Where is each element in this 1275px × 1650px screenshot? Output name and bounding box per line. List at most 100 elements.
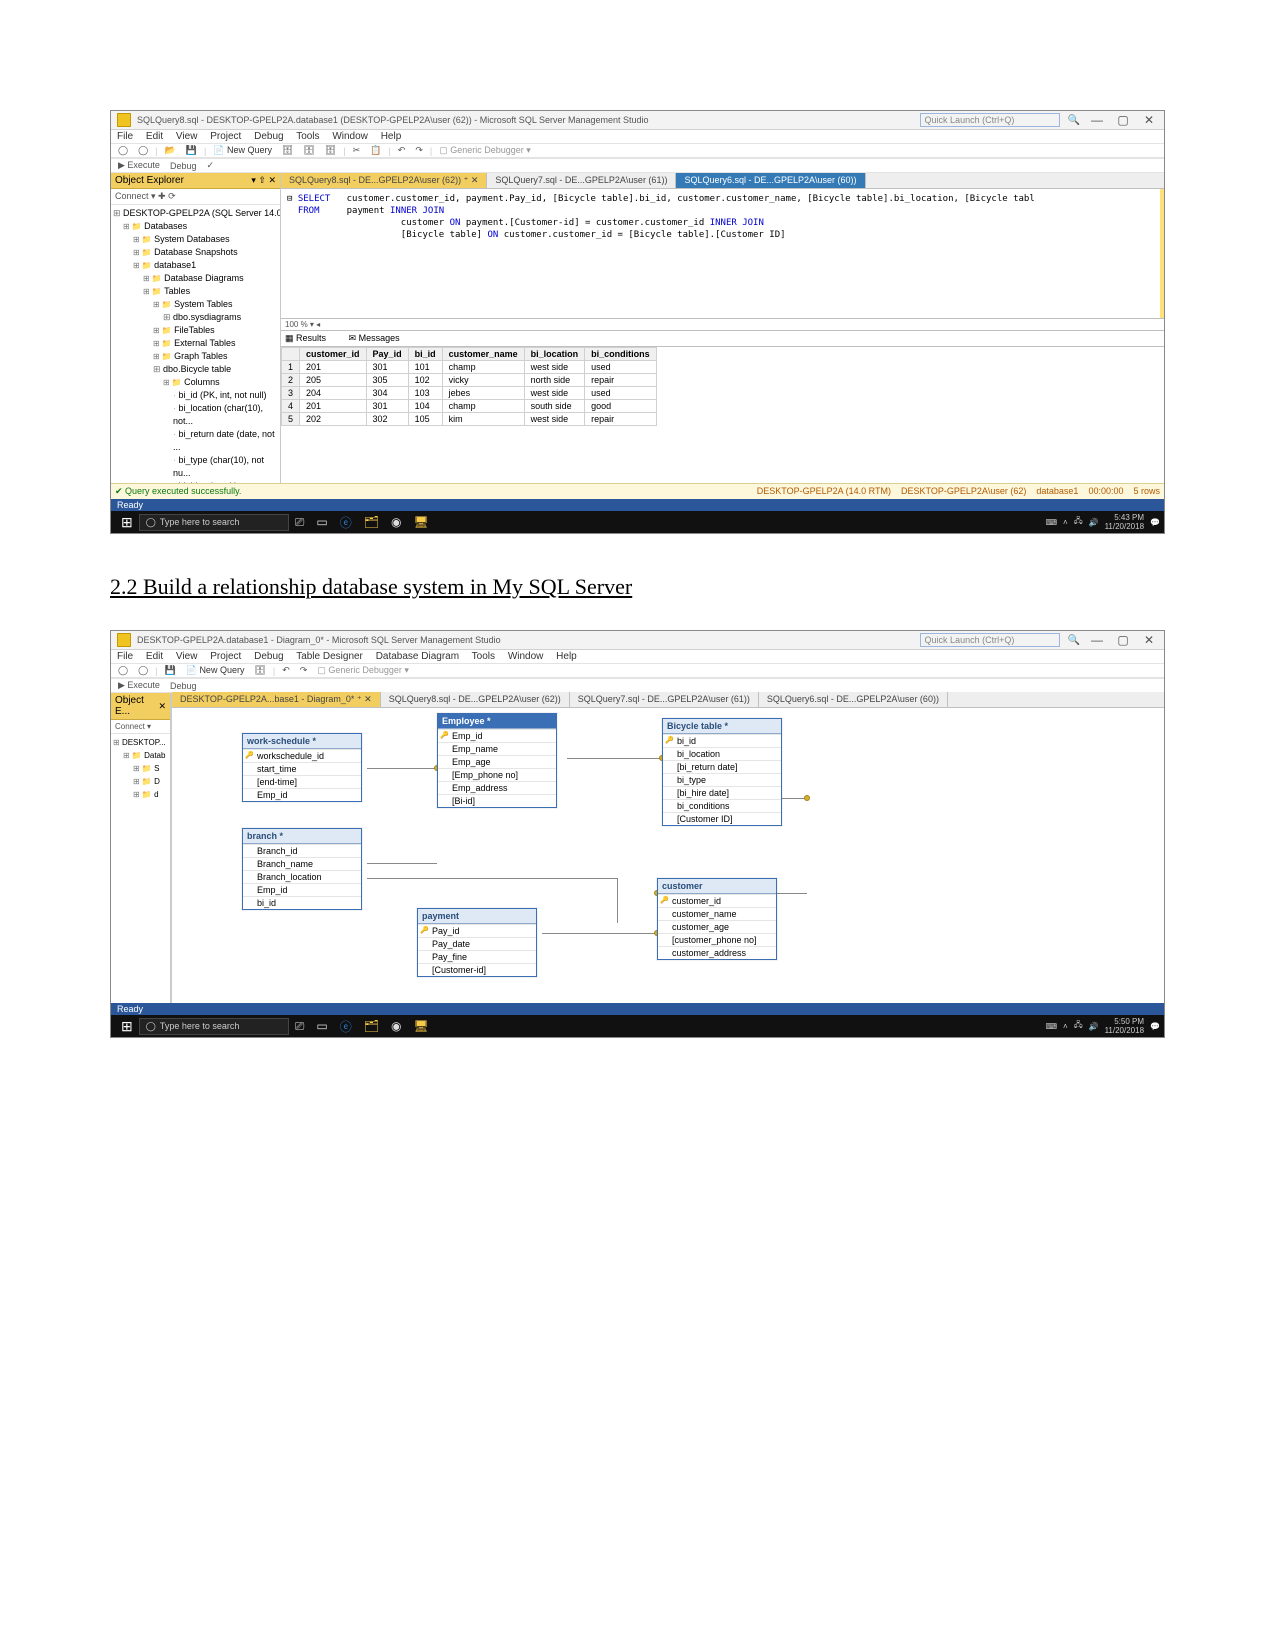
keyboard-icon[interactable]: ⌨ [1045, 1022, 1057, 1031]
diagram-table-payment[interactable]: payment Pay_id Pay_date Pay_fine [Custom… [417, 908, 537, 977]
chrome-icon[interactable]: ◉ [385, 515, 407, 529]
menu-view[interactable]: View [176, 651, 198, 662]
diagram-table-bicycle[interactable]: Bicycle table * bi_id bi_location [bi_re… [662, 718, 782, 826]
menu-tools[interactable]: Tools [472, 651, 495, 662]
explorer-icon[interactable]: 🗂 [358, 1019, 385, 1033]
clock[interactable]: 5:50 PM11/20/2018 [1105, 1017, 1144, 1035]
nav-back-icon[interactable]: ◯ [115, 145, 131, 156]
diagram-table-customer[interactable]: customer customer_id customer_name custo… [657, 878, 777, 960]
maximize-icon[interactable]: ▢ [1114, 633, 1132, 647]
undo-icon[interactable]: ↶ [279, 665, 293, 676]
sound-icon[interactable]: 🔊 [1089, 1022, 1099, 1031]
menu-project[interactable]: Project [210, 131, 241, 142]
menu-edit[interactable]: Edit [146, 131, 163, 142]
tab-diagram0[interactable]: DESKTOP-GPELP2A...base1 - Diagram_0* ⁺ ✕ [172, 692, 381, 707]
graph-tables-node[interactable]: Graph Tables [113, 350, 278, 363]
search-icon[interactable] [1068, 115, 1080, 126]
menu-window[interactable]: Window [332, 131, 368, 142]
save-icon[interactable]: 💾 [183, 145, 200, 156]
minimize-icon[interactable]: — [1088, 113, 1106, 127]
save-icon[interactable]: 💾 [162, 665, 179, 676]
col-bi-hire[interactable]: bi_hire date (date, not nu... [113, 480, 278, 483]
taskbar-search[interactable]: ◯ Type here to search [139, 1018, 289, 1035]
new-query-button[interactable]: 📄 New Query [210, 145, 275, 156]
tab-query7[interactable]: SQLQuery7.sql - DE...GPELP2A\user (61)) [570, 692, 759, 707]
messages-tab[interactable]: ✉ Messages [349, 333, 410, 343]
col-bi-location[interactable]: bi_location (char(10), not... [113, 402, 278, 428]
server-node[interactable]: DESKTOP-GPELP2A (SQL Server 14.0.1000.16… [113, 207, 278, 220]
execute-button[interactable]: ▶ Execute [115, 160, 163, 171]
nav-fwd-icon[interactable]: ◯ [135, 665, 151, 676]
menu-file[interactable]: File [117, 651, 133, 662]
taskbar-search[interactable]: ◯ Type here to search [139, 514, 289, 531]
sound-icon[interactable]: 🔊 [1089, 518, 1099, 527]
snapshots-node[interactable]: Database Snapshots [113, 246, 278, 259]
menu-debug[interactable]: Debug [254, 651, 283, 662]
open-icon[interactable]: 📂 [162, 145, 179, 156]
diagram-table-workschedule[interactable]: work-schedule * workschedule_id start_ti… [242, 733, 362, 802]
tab-query8[interactable]: SQLQuery8.sql - DE...GPELP2A\user (62)) … [281, 173, 487, 188]
chevron-up-icon[interactable]: ˄ [1063, 1022, 1068, 1031]
network-icon[interactable]: 🖧 [1074, 515, 1083, 529]
copy-icon[interactable]: 📋 [367, 145, 384, 156]
db-icon[interactable]: 🗄 [251, 665, 268, 676]
menu-edit[interactable]: Edit [146, 651, 163, 662]
notifications-icon[interactable]: 💬 [1150, 518, 1160, 527]
bicycle-table-node[interactable]: dbo.Bicycle table [113, 363, 278, 376]
sys-databases-node[interactable]: System Databases [113, 233, 278, 246]
col-bi-type[interactable]: bi_type (char(10), not nu... [113, 454, 278, 480]
server-node[interactable]: DESKTOP... [113, 736, 168, 749]
columns-node[interactable]: Columns [113, 376, 278, 389]
menu-db-diagram[interactable]: Database Diagram [376, 651, 459, 662]
system-tables-node[interactable]: System Tables [113, 298, 278, 311]
network-icon[interactable]: 🖧 [1074, 1019, 1083, 1033]
undo-icon[interactable]: ↶ [395, 145, 409, 156]
connect-button[interactable]: Connect ▾ [111, 720, 170, 734]
ssms-task-icon[interactable]: 🖥 [407, 1019, 434, 1033]
diagram-table-employee[interactable]: Employee * Emp_id Emp_name Emp_age [Emp_… [437, 713, 557, 808]
explorer-icon[interactable]: 🗂 [358, 515, 385, 529]
database1-node[interactable]: database1 [113, 259, 278, 272]
clock[interactable]: 5:43 PM11/20/2018 [1105, 513, 1144, 531]
sql-editor[interactable]: ⊟ SELECT customer.customer_id, payment.P… [281, 189, 1164, 319]
close-icon[interactable]: ✕ [1140, 113, 1158, 127]
close-icon[interactable]: ✕ [1140, 633, 1158, 647]
redo-icon[interactable]: ↷ [412, 145, 426, 156]
keyboard-icon[interactable]: ⌨ [1045, 518, 1057, 527]
tab-query8[interactable]: SQLQuery8.sql - DE...GPELP2A\user (62)) [381, 692, 570, 707]
notifications-icon[interactable]: 💬 [1150, 1022, 1160, 1031]
parse-icon[interactable]: ✓ [203, 160, 217, 171]
start-button[interactable]: ⊞ [115, 514, 139, 531]
db-icon3[interactable]: 🗄 [322, 145, 339, 156]
results-grid[interactable]: customer_idPay_idbi_idcustomer_namebi_lo… [281, 347, 1164, 426]
nav-back-icon[interactable]: ◯ [115, 665, 131, 676]
taskview-icon[interactable]: ▭ [310, 1019, 333, 1033]
menu-view[interactable]: View [176, 131, 198, 142]
minimize-icon[interactable]: — [1088, 633, 1106, 647]
ssms-task-icon[interactable]: 🖥 [407, 515, 434, 529]
db-icon[interactable]: 🗄 [279, 145, 296, 156]
nav-fwd-icon[interactable]: ◯ [135, 145, 151, 156]
redo-icon[interactable]: ↷ [297, 665, 311, 676]
maximize-icon[interactable]: ▢ [1114, 113, 1132, 127]
tab-query7[interactable]: SQLQuery7.sql - DE...GPELP2A\user (61)) [487, 173, 676, 188]
cut-icon[interactable]: ✂ [350, 145, 364, 156]
db-diagrams-node[interactable]: Database Diagrams [113, 272, 278, 285]
taskview-icon[interactable]: ▭ [310, 515, 333, 529]
menu-tools[interactable]: Tools [296, 131, 319, 142]
menu-window[interactable]: Window [508, 651, 544, 662]
zoom-bar[interactable]: 100 % ▾ ◂ [281, 319, 1164, 331]
menu-project[interactable]: Project [210, 651, 241, 662]
menu-help[interactable]: Help [556, 651, 577, 662]
diagram-canvas[interactable]: DESKTOP-GPELP2A...base1 - Diagram_0* ⁺ ✕… [171, 693, 1164, 1003]
new-query-button[interactable]: 📄 New Query [183, 665, 248, 676]
diagram-table-branch[interactable]: branch * Branch_id Branch_name Branch_lo… [242, 828, 362, 910]
chevron-up-icon[interactable]: ˄ [1063, 518, 1068, 527]
start-button[interactable]: ⊞ [115, 1018, 139, 1035]
debug-button[interactable]: Debug [167, 161, 200, 171]
search-icon[interactable] [1068, 635, 1080, 646]
menu-debug[interactable]: Debug [254, 131, 283, 142]
databases-node[interactable]: Databases [113, 220, 278, 233]
edge-icon[interactable]: ⓔ [334, 1018, 358, 1035]
edge-icon[interactable]: ⓔ [334, 514, 358, 531]
